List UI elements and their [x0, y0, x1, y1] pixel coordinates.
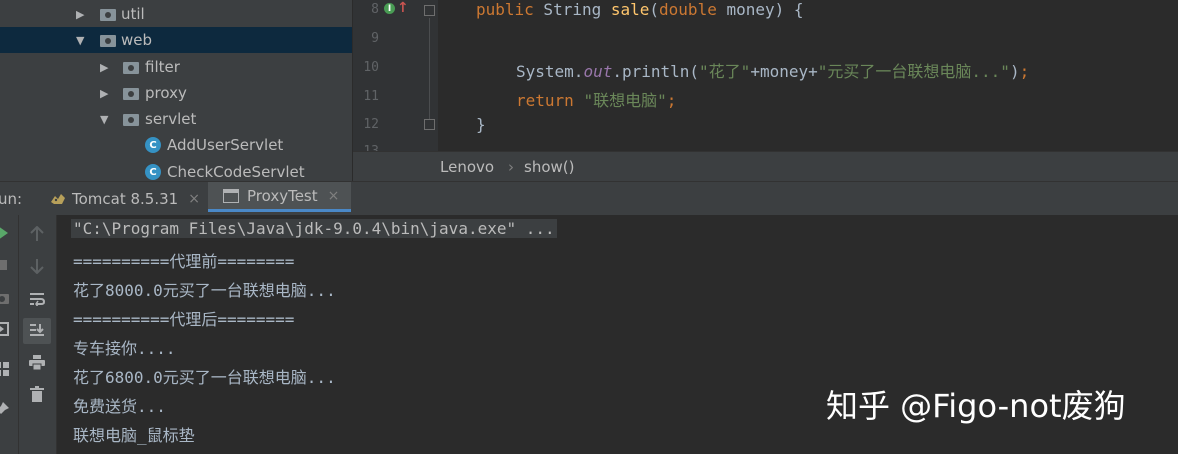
close-icon[interactable]: ×: [328, 188, 340, 204]
concat-expr: +money+: [750, 62, 818, 81]
console-toolbar: [19, 215, 57, 454]
static-field: out: [583, 62, 613, 81]
code-line-11: return "联想电脑";: [516, 87, 676, 111]
up-arrow-icon[interactable]: [28, 225, 46, 243]
stop-icon[interactable]: [0, 258, 8, 272]
class-ref: System.: [516, 62, 584, 81]
string-literal: "联想电脑": [583, 91, 667, 110]
paren: ): [1009, 62, 1020, 81]
param-text: money) {: [716, 0, 804, 19]
code-line-12: }: [476, 115, 486, 134]
line-number: 10: [363, 60, 379, 75]
implements-icon[interactable]: I: [384, 3, 395, 14]
tree-item-checkcodeservlet[interactable]: C CheckCodeServlet: [0, 159, 352, 181]
console-line: 专车接你....: [73, 339, 176, 358]
scroll-to-end-icon[interactable]: [23, 318, 51, 344]
line-number: 11: [363, 89, 379, 104]
console-line: 联想电脑_鼠标垫: [73, 426, 195, 445]
console-line: 花了8000.0元买了一台联想电脑...: [73, 281, 336, 300]
down-arrow-icon[interactable]: [28, 257, 46, 275]
project-tree: ▶ util ▼ web ▶ filter ▶ proxy ▼ servlet …: [0, 0, 352, 181]
line-number: 12: [363, 117, 379, 132]
method-call: .println(: [612, 62, 700, 81]
watermark: 知乎 @Figo-not废狗: [826, 387, 1126, 425]
console-icon: [223, 188, 239, 203]
restore-layout-icon[interactable]: [0, 321, 10, 337]
string-literal: "花了": [699, 62, 751, 81]
breadcrumb-class[interactable]: Lenovo: [440, 158, 494, 176]
tree-item-label: filter: [145, 58, 180, 76]
soft-wrap-icon[interactable]: [28, 290, 46, 308]
java-class-icon: C: [145, 137, 161, 153]
close-icon[interactable]: ×: [188, 191, 200, 207]
package-folder-icon: [123, 114, 139, 126]
tree-item-label: servlet: [145, 110, 197, 128]
line-number: 9: [371, 31, 379, 46]
collapse-arrow-icon[interactable]: ▼: [76, 34, 88, 47]
breadcrumb: Lenovo › show(): [353, 151, 1178, 182]
keyword: return: [516, 91, 574, 110]
tab-proxytest[interactable]: ProxyTest ×: [208, 182, 351, 212]
collapse-arrow-icon[interactable]: ▼: [100, 113, 112, 126]
expand-arrow-icon[interactable]: ▶: [100, 87, 112, 100]
paren: (: [649, 0, 660, 19]
tree-item-adduserservlet[interactable]: C AddUserServlet: [0, 132, 352, 158]
tree-item-proxy[interactable]: ▶ proxy: [0, 80, 352, 106]
tree-item-label: AddUserServlet: [167, 136, 284, 154]
expand-arrow-icon[interactable]: ▶: [76, 8, 88, 21]
tree-item-label: util: [121, 5, 145, 23]
console-line: 花了6800.0元买了一台联想电脑...: [73, 368, 336, 387]
layout-grid-icon[interactable]: [0, 361, 10, 377]
tree-item-servlet[interactable]: ▼ servlet: [0, 106, 352, 132]
package-folder-icon: [123, 88, 139, 100]
line-number: 13: [353, 144, 379, 151]
semicolon: ;: [1019, 62, 1030, 81]
tab-tomcat[interactable]: Tomcat 8.5.31 ×: [50, 182, 208, 215]
semicolon: ;: [666, 91, 677, 110]
tree-item-filter[interactable]: ▶ filter: [0, 54, 352, 80]
expand-arrow-icon[interactable]: ▶: [100, 61, 112, 74]
fold-guide: [429, 18, 430, 123]
override-arrow-icon[interactable]: ↑: [397, 0, 409, 16]
rerun-icon[interactable]: [0, 225, 10, 241]
fold-marker-icon[interactable]: [424, 5, 435, 16]
keyword: public: [476, 0, 534, 19]
camera-icon[interactable]: [0, 290, 10, 306]
console-line: ==========代理前========: [73, 252, 295, 271]
console-line: 免费送货...: [73, 397, 166, 416]
tab-label: Tomcat 8.5.31: [72, 189, 179, 208]
keyword: double: [659, 0, 717, 19]
console-line: "C:\Program Files\Java\jdk-9.0.4\bin\jav…: [71, 219, 557, 238]
java-class-icon: C: [145, 164, 161, 180]
code-editor[interactable]: 8 9 10 11 12 13 I ↑ public String sale(d…: [353, 0, 1178, 151]
run-label: un:: [0, 190, 23, 208]
code-line-10: System.out.println("花了"+money+"元买了一台联想电脑…: [516, 58, 1029, 82]
pin-icon[interactable]: [0, 401, 10, 417]
breadcrumb-separator: ›: [508, 158, 514, 176]
code-line-8: public String sale(double money) {: [476, 0, 804, 19]
breadcrumb-method[interactable]: show(): [524, 158, 574, 176]
tree-item-label: web: [121, 31, 153, 49]
run-actions-toolbar: [0, 215, 19, 454]
line-number: 8: [371, 2, 379, 17]
tree-item-label: proxy: [145, 84, 187, 102]
method-name: sale: [610, 0, 650, 19]
run-tool-window-header: un: Tomcat 8.5.31 × ProxyTest ×: [0, 181, 1178, 216]
tomcat-icon: [51, 193, 65, 204]
type-name: String: [533, 0, 611, 19]
tree-item-label: CheckCodeServlet: [167, 163, 305, 181]
string-literal: "元买了一台联想电脑...": [817, 62, 1010, 81]
editor-gutter[interactable]: 8 9 10 11 12 13 I ↑: [353, 0, 438, 151]
trash-icon[interactable]: [28, 385, 46, 403]
package-folder-icon: [100, 35, 116, 47]
tree-item-web[interactable]: ▼ web: [0, 27, 352, 53]
package-folder-icon: [123, 62, 139, 74]
console-line: ==========代理后========: [73, 310, 295, 329]
tree-item-util[interactable]: ▶ util: [0, 1, 352, 27]
fold-marker-icon[interactable]: [424, 119, 435, 130]
tab-label: ProxyTest: [247, 186, 318, 205]
print-icon[interactable]: [28, 353, 46, 371]
package-folder-icon: [100, 9, 116, 21]
